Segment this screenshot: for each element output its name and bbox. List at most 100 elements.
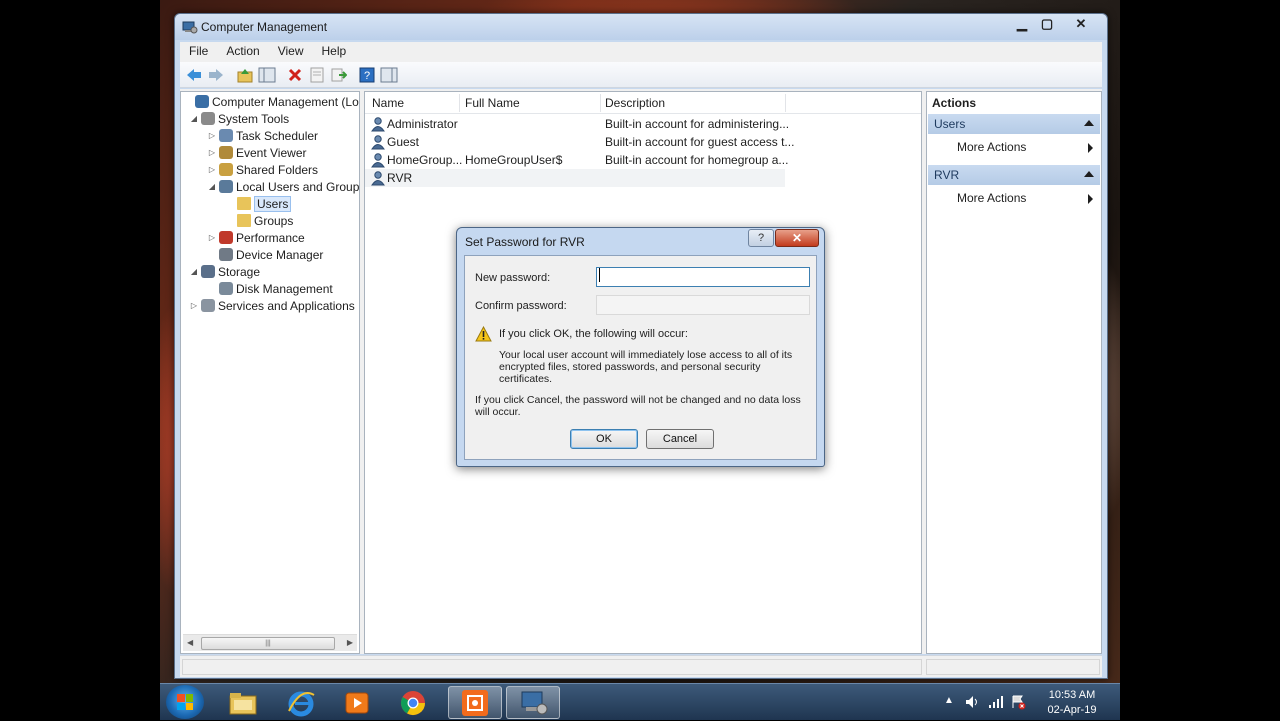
toolbar: ? (180, 62, 1102, 88)
menu-action[interactable]: Action (217, 42, 268, 62)
help-icon[interactable]: ? (358, 66, 376, 84)
action-center-icon[interactable] (1010, 694, 1026, 710)
confirm-password-label: Confirm password: (475, 300, 567, 312)
cancel-note: If you click Cancel, the password will n… (475, 394, 801, 418)
tools-icon (201, 112, 215, 125)
expand-arrow-icon[interactable]: ▷ (207, 148, 217, 157)
clock[interactable]: 10:53 AM 02-Apr-19 (1032, 688, 1112, 718)
media-player-icon[interactable] (330, 686, 384, 719)
properties-icon[interactable] (308, 66, 326, 84)
menu-file[interactable]: File (180, 42, 217, 62)
horizontal-scrollbar[interactable]: ◀ ||| ▶ (183, 634, 357, 651)
tree-item-label: Storage (218, 264, 261, 279)
shared-folders-icon (219, 163, 233, 176)
status-bar (180, 655, 1102, 677)
tree-item[interactable]: ◢ Storage (189, 263, 260, 280)
expand-arrow-icon[interactable]: ▷ (207, 233, 217, 242)
console-tree: Computer Management (Local ◢ System Tools ▷… (180, 91, 360, 654)
storage-icon (201, 265, 215, 278)
clock-date: 02-Apr-19 (1047, 704, 1097, 716)
screen-recorder-icon[interactable] (448, 686, 502, 719)
expand-arrow-icon[interactable]: ◢ (207, 182, 217, 191)
show-hide-action-pane-icon[interactable] (380, 66, 398, 84)
warning-heading: If you click OK, the following will occu… (499, 328, 688, 340)
scroll-left-icon[interactable]: ◀ (187, 638, 193, 647)
user-icon (371, 135, 385, 150)
menu-help[interactable]: Help (313, 42, 356, 62)
menu-view[interactable]: View (269, 42, 313, 62)
more-actions-users[interactable]: More Actions (957, 140, 1097, 158)
cancel-button[interactable]: Cancel (646, 429, 714, 449)
window-title: Computer Management (201, 20, 328, 34)
table-row[interactable]: RVR (365, 169, 785, 187)
list-header: Name Full Name Description (365, 92, 921, 114)
column-description[interactable]: Description (605, 96, 665, 110)
export-list-icon[interactable] (330, 66, 348, 84)
tree-item[interactable]: Users (225, 195, 292, 212)
confirm-password-input[interactable] (596, 295, 810, 315)
disk-icon (219, 282, 233, 295)
table-row[interactable]: Administrator Built-in account for admini… (365, 115, 789, 133)
services-icon (201, 299, 215, 312)
actions-section-users[interactable]: Users (928, 114, 1100, 134)
more-actions-rvr[interactable]: More Actions (957, 191, 1097, 209)
scroll-thumb[interactable]: ||| (201, 637, 335, 650)
dialog-help-button[interactable]: ? (748, 229, 774, 247)
scroll-right-icon[interactable]: ▶ (347, 638, 353, 647)
close-button[interactable]: ✕ (1068, 14, 1094, 34)
tree-item[interactable]: ◢ Local Users and Groups (207, 178, 360, 195)
tree-item[interactable]: ◢ System Tools (189, 110, 289, 127)
volume-icon[interactable] (964, 694, 980, 710)
tree-item-label: Local Users and Groups (236, 179, 360, 194)
tree-item-label: Shared Folders (236, 162, 319, 177)
expand-arrow-icon[interactable]: ◢ (189, 114, 199, 123)
tree-item[interactable]: ▷ Shared Folders (207, 161, 318, 178)
cell-full-name: HomeGroupUser$ (465, 153, 563, 167)
tree-item[interactable]: Groups (225, 212, 293, 229)
expand-arrow-icon[interactable]: ◢ (189, 267, 199, 276)
maximize-button[interactable]: ▢ (1034, 14, 1060, 34)
table-row[interactable]: HomeGroup... HomeGroupUser$ Built-in accou… (365, 151, 788, 169)
minimize-button[interactable]: ▁ (1009, 14, 1035, 34)
internet-explorer-icon[interactable] (274, 686, 328, 719)
tree-item[interactable]: Computer Management (Local (183, 93, 359, 110)
collapse-icon[interactable] (1084, 171, 1094, 177)
tree-item[interactable]: ▷ Performance (207, 229, 305, 246)
actions-section-rvr[interactable]: RVR (928, 165, 1100, 185)
forward-icon[interactable] (207, 66, 225, 84)
file-explorer-icon[interactable] (216, 686, 270, 719)
taskbar: ▲ 10:53 AM 02-Apr-19 (160, 683, 1120, 720)
event-viewer-icon (219, 146, 233, 159)
dialog-close-button[interactable]: ✕ (775, 229, 819, 247)
up-folder-icon[interactable] (236, 66, 254, 84)
new-password-label: New password: (475, 272, 551, 284)
expand-arrow-icon[interactable]: ▷ (189, 301, 199, 310)
expand-arrow-icon[interactable]: ▷ (207, 131, 217, 140)
tree-item[interactable]: ▷ Services and Applications (189, 297, 355, 314)
table-row[interactable]: Guest Built-in account for guest access t… (365, 133, 794, 151)
folder-icon (237, 214, 251, 227)
expand-arrow-icon[interactable]: ▷ (207, 165, 217, 174)
tree-item[interactable]: ▷ Event Viewer (207, 144, 307, 161)
start-button[interactable] (166, 685, 204, 719)
column-name[interactable]: Name (372, 96, 404, 110)
show-hide-tree-icon[interactable] (258, 66, 276, 84)
tree-item[interactable]: ▷ Task Scheduler (207, 127, 318, 144)
computer-management-taskbar-icon[interactable] (506, 686, 560, 719)
back-icon[interactable] (185, 66, 203, 84)
collapse-icon[interactable] (1084, 120, 1094, 126)
tree-item[interactable]: Device Manager (207, 246, 323, 263)
tree-item-label: Users (254, 195, 292, 212)
title-bar: Computer Management ▁ ▢ ✕ (175, 14, 1107, 40)
ok-button[interactable]: OK (570, 429, 638, 449)
more-actions-label: More Actions (957, 191, 1027, 205)
chrome-icon[interactable] (386, 686, 440, 719)
cell-name: HomeGroup... (387, 153, 463, 167)
new-password-input[interactable] (596, 267, 810, 287)
tree-item[interactable]: Disk Management (207, 280, 333, 297)
show-hidden-icons-icon[interactable]: ▲ (944, 695, 954, 706)
network-signal-icon[interactable] (988, 694, 1004, 710)
device-manager-icon (219, 248, 233, 261)
delete-icon[interactable] (286, 66, 304, 84)
column-full-name[interactable]: Full Name (465, 96, 520, 110)
